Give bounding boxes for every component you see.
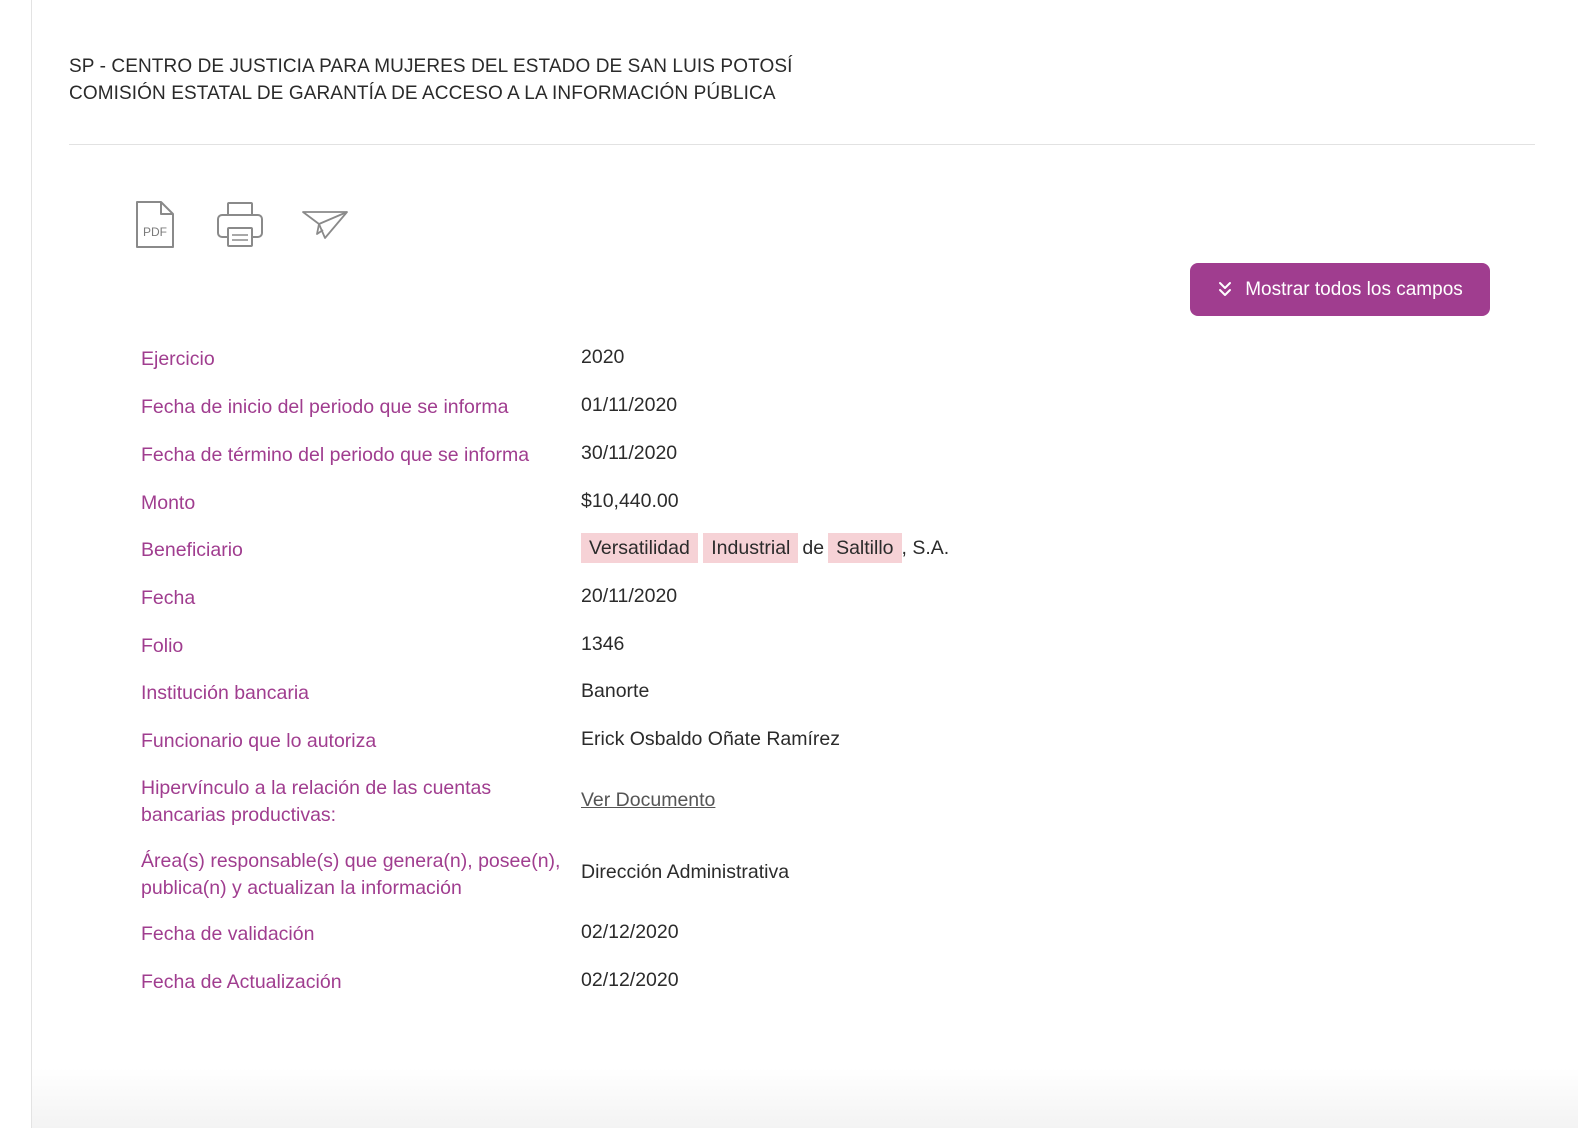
show-all-fields-label: Mostrar todos los campos bbox=[1245, 278, 1463, 300]
field-value: 30/11/2020 bbox=[581, 442, 678, 464]
page-header: SP - CENTRO DE JUSTICIA PARA MUJERES DEL… bbox=[69, 53, 792, 107]
paper-plane-icon[interactable] bbox=[301, 200, 353, 252]
field-value: 02/12/2020 bbox=[581, 969, 679, 991]
header-divider bbox=[69, 144, 1535, 145]
field-label: Fecha de validación bbox=[141, 923, 315, 945]
highlighted-word: Industrial bbox=[703, 533, 799, 563]
field-label-line: bancarias productivas: bbox=[141, 804, 337, 826]
field-label: Hipervínculo a la relación de las cuenta… bbox=[141, 775, 576, 829]
show-all-fields-button[interactable]: Mostrar todos los campos bbox=[1190, 263, 1490, 316]
field-label-line: Hipervínculo a la relación de las cuenta… bbox=[141, 777, 492, 799]
field-label: Área(s) responsable(s) que genera(n), po… bbox=[141, 848, 576, 902]
header-line-2: COMISIÓN ESTATAL DE GARANTÍA DE ACCESO A… bbox=[69, 83, 776, 104]
field-value: Banorte bbox=[581, 680, 650, 702]
field-label: Beneficiario bbox=[141, 539, 243, 561]
field-label: Fecha de inicio del periodo que se infor… bbox=[141, 396, 509, 418]
field-label: Folio bbox=[141, 635, 184, 657]
field-value: 02/12/2020 bbox=[581, 921, 679, 943]
field-value: Versatilidad Industrial de Saltillo, S.A. bbox=[581, 533, 950, 563]
content-panel bbox=[31, 0, 1578, 1128]
highlighted-word: Versatilidad bbox=[581, 533, 698, 563]
chevrons-down-icon bbox=[1217, 281, 1233, 299]
plain-word: de bbox=[802, 537, 825, 559]
field-value: 2020 bbox=[581, 346, 625, 368]
header-line-1: SP - CENTRO DE JUSTICIA PARA MUJERES DEL… bbox=[69, 56, 793, 77]
field-label: Ejercicio bbox=[141, 348, 215, 370]
highlighted-word: Saltillo bbox=[828, 533, 902, 563]
field-value: 20/11/2020 bbox=[581, 585, 678, 607]
field-label: Fecha de Actualización bbox=[141, 971, 342, 993]
field-label: Fecha de término del periodo que se info… bbox=[141, 444, 530, 466]
field-label: Monto bbox=[141, 492, 196, 514]
field-label-line: Área(s) responsable(s) que genera(n), po… bbox=[141, 850, 561, 872]
field-value: 01/11/2020 bbox=[581, 394, 678, 416]
field-label: Institución bancaria bbox=[141, 682, 310, 704]
field-value: $10,440.00 bbox=[581, 490, 679, 512]
field-label: Fecha bbox=[141, 587, 196, 609]
field-value: 1346 bbox=[581, 633, 625, 655]
pdf-icon-text: PDF bbox=[143, 225, 167, 239]
pdf-icon[interactable]: PDF bbox=[133, 200, 185, 252]
printer-icon[interactable] bbox=[215, 200, 267, 252]
ver-documento-link[interactable]: Ver Documento bbox=[581, 789, 715, 811]
bottom-shadow bbox=[32, 1068, 1578, 1128]
field-value: Ver Documento bbox=[581, 787, 715, 814]
field-value: Erick Osbaldo Oñate Ramírez bbox=[581, 728, 841, 750]
field-value: Dirección Administrativa bbox=[581, 861, 790, 883]
field-label: Funcionario que lo autoriza bbox=[141, 730, 377, 752]
field-label-line: publica(n) y actualizan la información bbox=[141, 877, 462, 899]
plain-word: , S.A. bbox=[901, 537, 950, 559]
